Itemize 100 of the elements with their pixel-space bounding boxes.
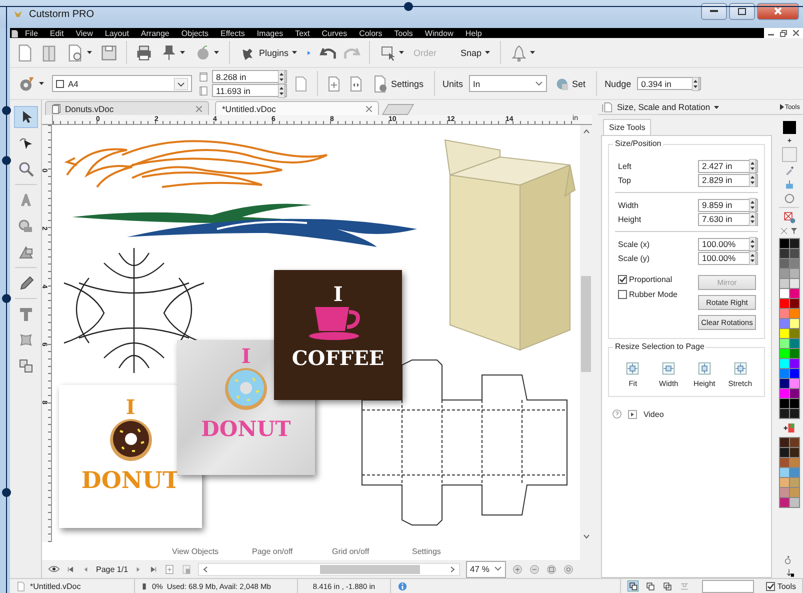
scroll-right-icon[interactable] — [450, 566, 456, 572]
close-icon[interactable] — [366, 106, 372, 112]
color-swatch[interactable] — [780, 488, 788, 497]
delete-page-icon[interactable] — [181, 564, 192, 574]
color-swatch[interactable] — [790, 498, 798, 507]
selection-handle[interactable] — [2, 488, 11, 497]
menu-item[interactable]: View — [70, 28, 99, 38]
menu-item[interactable]: Objects — [175, 28, 215, 38]
checkbox[interactable] — [766, 582, 776, 590]
color-swatch[interactable] — [780, 339, 788, 348]
book-icon[interactable] — [40, 42, 58, 62]
new-page-icon[interactable] — [16, 42, 34, 62]
printer-icon[interactable] — [135, 42, 153, 62]
checkbox[interactable] — [618, 275, 627, 284]
size-tools-tab[interactable]: Size Tools — [603, 119, 652, 135]
new-tab-button[interactable] — [382, 104, 414, 115]
apple-icon[interactable] — [195, 42, 211, 62]
color-swatch[interactable] — [780, 259, 788, 268]
menu-item[interactable]: Help — [459, 28, 488, 38]
spin-arrows-icon[interactable] — [278, 70, 286, 84]
add-page-icon[interactable] — [164, 564, 176, 574]
number-field[interactable]: 2.427 in — [698, 160, 758, 172]
spin-arrows-icon[interactable] — [749, 237, 757, 251]
color-swatch[interactable] — [780, 279, 788, 288]
color-swatch[interactable] — [790, 458, 798, 467]
nudge-field[interactable]: 0.394 in — [637, 77, 702, 90]
spin-arrows-icon[interactable] — [749, 212, 757, 226]
status-field[interactable] — [702, 580, 754, 592]
color-swatch[interactable] — [780, 468, 788, 477]
color-swatch[interactable] — [790, 369, 798, 378]
color-swatch[interactable] — [790, 339, 798, 348]
color-swatch[interactable] — [790, 309, 798, 318]
spin-arrows-icon[interactable] — [749, 251, 757, 265]
color-swatch[interactable] — [790, 448, 798, 457]
menu-item[interactable]: Edit — [44, 28, 70, 38]
checkbox-label[interactable]: Tools — [777, 582, 796, 590]
color-swatch[interactable] — [790, 488, 798, 497]
color-swatch[interactable] — [790, 468, 798, 477]
color-swatch[interactable] — [780, 269, 788, 278]
scroll-down-icon[interactable] — [582, 534, 590, 539]
height-field[interactable]: 11.693 in — [212, 84, 287, 97]
color-swatch[interactable] — [780, 478, 788, 487]
color-swatch[interactable] — [790, 379, 798, 388]
menu-item[interactable]: Tools — [388, 28, 419, 38]
settings-button[interactable]: Settings — [370, 72, 426, 94]
bell-icon[interactable] — [510, 42, 527, 62]
spin-arrows-icon[interactable] — [278, 84, 286, 98]
checkbox-label[interactable]: Rubber Mode — [629, 290, 678, 299]
plus-icon[interactable] — [786, 137, 792, 144]
dropdown-arrow-icon[interactable] — [174, 78, 188, 90]
scroll-left-icon[interactable] — [203, 566, 208, 572]
color-swatch[interactable] — [790, 399, 798, 408]
color-swatch[interactable] — [780, 438, 788, 447]
canvas-toggle[interactable]: View Objects — [172, 546, 219, 556]
color-swatch[interactable] — [780, 498, 788, 507]
horizontal-scrollbar[interactable] — [198, 562, 460, 576]
color-swatch[interactable] — [790, 239, 798, 248]
selection-handle[interactable] — [2, 106, 11, 115]
menu-item[interactable]: Colors — [353, 28, 388, 38]
menu-item[interactable]: Images — [250, 28, 290, 38]
color-swatch[interactable] — [790, 299, 798, 308]
spin-arrows-icon[interactable] — [692, 76, 700, 90]
color-swatch[interactable] — [790, 359, 798, 368]
video-link[interactable]: Video — [628, 410, 664, 418]
color-swatch[interactable] — [790, 249, 798, 258]
menu-item[interactable]: Layout — [98, 28, 135, 38]
spin-arrows-icon[interactable] — [749, 159, 757, 173]
save-icon[interactable] — [100, 42, 118, 62]
color-swatch[interactable] — [790, 329, 798, 338]
color-swatch[interactable] — [780, 329, 788, 338]
menu-item[interactable]: Curves — [316, 28, 354, 38]
page-clock-icon[interactable] — [66, 42, 84, 62]
zoom-page-icon[interactable] — [546, 564, 558, 574]
number-field[interactable]: 7.630 in — [698, 212, 758, 226]
color-swatch[interactable] — [790, 409, 798, 418]
pin-icon[interactable] — [161, 42, 177, 62]
bucket-icon[interactable] — [784, 179, 794, 190]
width-field[interactable]: 8.268 in — [212, 70, 287, 83]
menu-item[interactable]: Effects — [214, 28, 251, 38]
menu-item[interactable]: Arrange — [134, 28, 176, 38]
number-field[interactable]: 100.00% — [698, 252, 758, 264]
zoom-in-icon[interactable] — [512, 564, 524, 574]
scrollbar-thumb[interactable] — [320, 564, 420, 574]
info-icon[interactable] — [397, 580, 408, 592]
color-swatch[interactable] — [780, 309, 788, 318]
color-swatch[interactable] — [790, 259, 798, 268]
color-swatch[interactable] — [780, 458, 788, 467]
color-swatch[interactable] — [790, 289, 798, 298]
menu-item[interactable]: Window — [418, 28, 460, 38]
color-swatch[interactable] — [780, 389, 788, 398]
pointer-tool[interactable] — [14, 106, 38, 128]
restore-icon[interactable] — [780, 30, 787, 36]
group-icon[interactable] — [627, 580, 640, 592]
minimize-button[interactable] — [701, 2, 727, 20]
zoom-fit-icon[interactable] — [563, 564, 574, 574]
menu-item[interactable]: Text — [289, 28, 316, 38]
maximize-button[interactable] — [729, 2, 755, 20]
spin-arrows-icon[interactable] — [749, 198, 757, 212]
canvas-toggle[interactable]: Grid on/off — [332, 546, 370, 556]
plugins-button[interactable]: Plugins — [238, 44, 299, 62]
